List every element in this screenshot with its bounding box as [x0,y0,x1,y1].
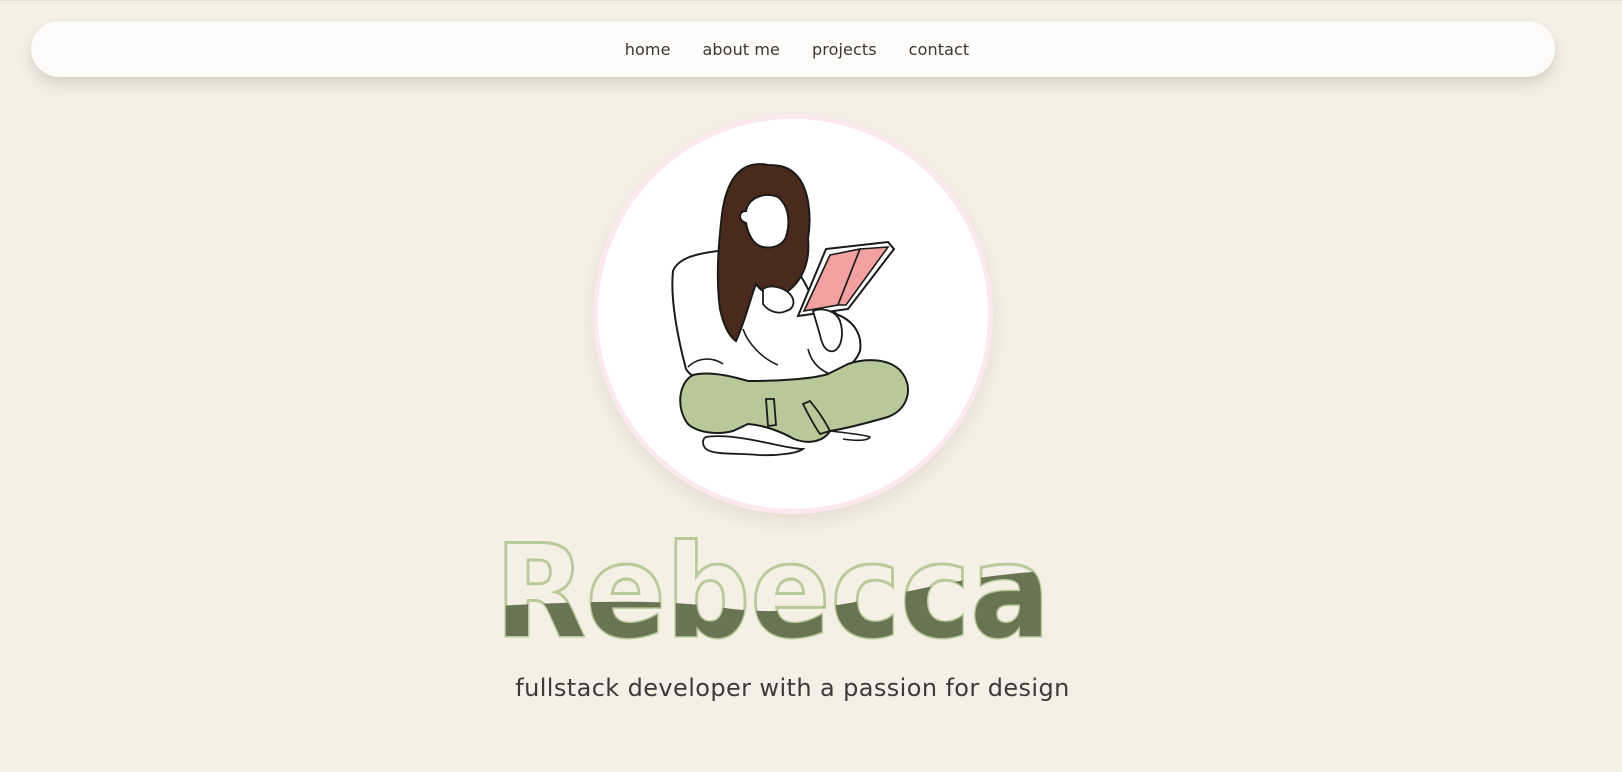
feet-shape [702,435,806,457]
nav-link-home[interactable]: home [625,40,671,59]
avatar [593,114,993,514]
nav-link-about-me[interactable]: about me [703,40,780,59]
hero-name: Rebecca Rebecca [495,536,1052,656]
hero-tagline: fullstack developer with a passion for d… [515,674,1070,702]
nav-link-projects[interactable]: projects [812,40,877,59]
reading-woman-illustration [671,163,909,457]
navbar: home about me projects contact [31,21,1555,77]
nav-link-contact[interactable]: contact [909,40,970,59]
